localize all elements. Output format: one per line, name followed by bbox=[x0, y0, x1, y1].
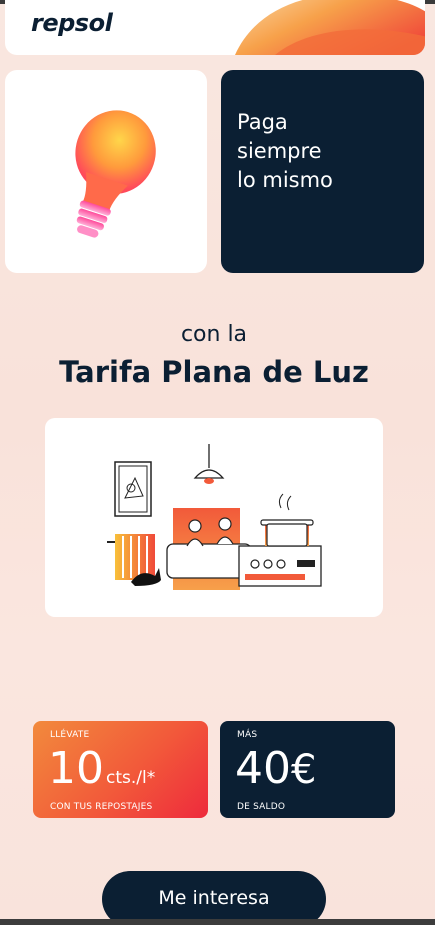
lightbulb-card bbox=[5, 70, 207, 273]
home-kitchen-illustration bbox=[107, 444, 322, 590]
intro-subtitle: con la bbox=[180, 322, 248, 347]
promo-footer: DE SALDO bbox=[237, 802, 286, 812]
lightbulb-icon bbox=[75, 110, 156, 238]
page-title: Tarifa Plana de Luz bbox=[59, 355, 369, 389]
promo-unit: € bbox=[291, 747, 317, 793]
promo-card-fuel-discount: LLÉVATE 10 cts./l* CON TUS REPOSTAJES bbox=[33, 721, 208, 818]
headline-line: lo mismo bbox=[237, 168, 333, 192]
headline-line: siempre bbox=[237, 139, 322, 163]
promo-value: 40€ bbox=[235, 743, 316, 796]
promo-kicker: MÁS bbox=[237, 730, 258, 740]
promo-number: 10 bbox=[48, 743, 104, 794]
headline-card: Paga siempre lo mismo bbox=[221, 70, 424, 273]
promo-number: 40 bbox=[235, 743, 291, 794]
header: repsol bbox=[5, 0, 425, 55]
promo-footer: CON TUS REPOSTAJES bbox=[50, 802, 153, 812]
window-bottom-edge bbox=[0, 919, 435, 925]
repsol-logo[interactable]: repsol bbox=[31, 9, 113, 37]
promo-unit: cts./l* bbox=[106, 768, 156, 788]
promo-card-balance: MÁS 40€ DE SALDO bbox=[220, 721, 395, 818]
me-interesa-button[interactable]: Me interesa bbox=[102, 871, 326, 925]
brand-gradient-shape bbox=[235, 0, 425, 55]
promo-value: 10 cts./l* bbox=[48, 743, 155, 804]
home-illustration-card bbox=[45, 418, 383, 617]
headline-line: Paga bbox=[237, 110, 288, 134]
promo-kicker: LLÉVATE bbox=[50, 730, 90, 740]
